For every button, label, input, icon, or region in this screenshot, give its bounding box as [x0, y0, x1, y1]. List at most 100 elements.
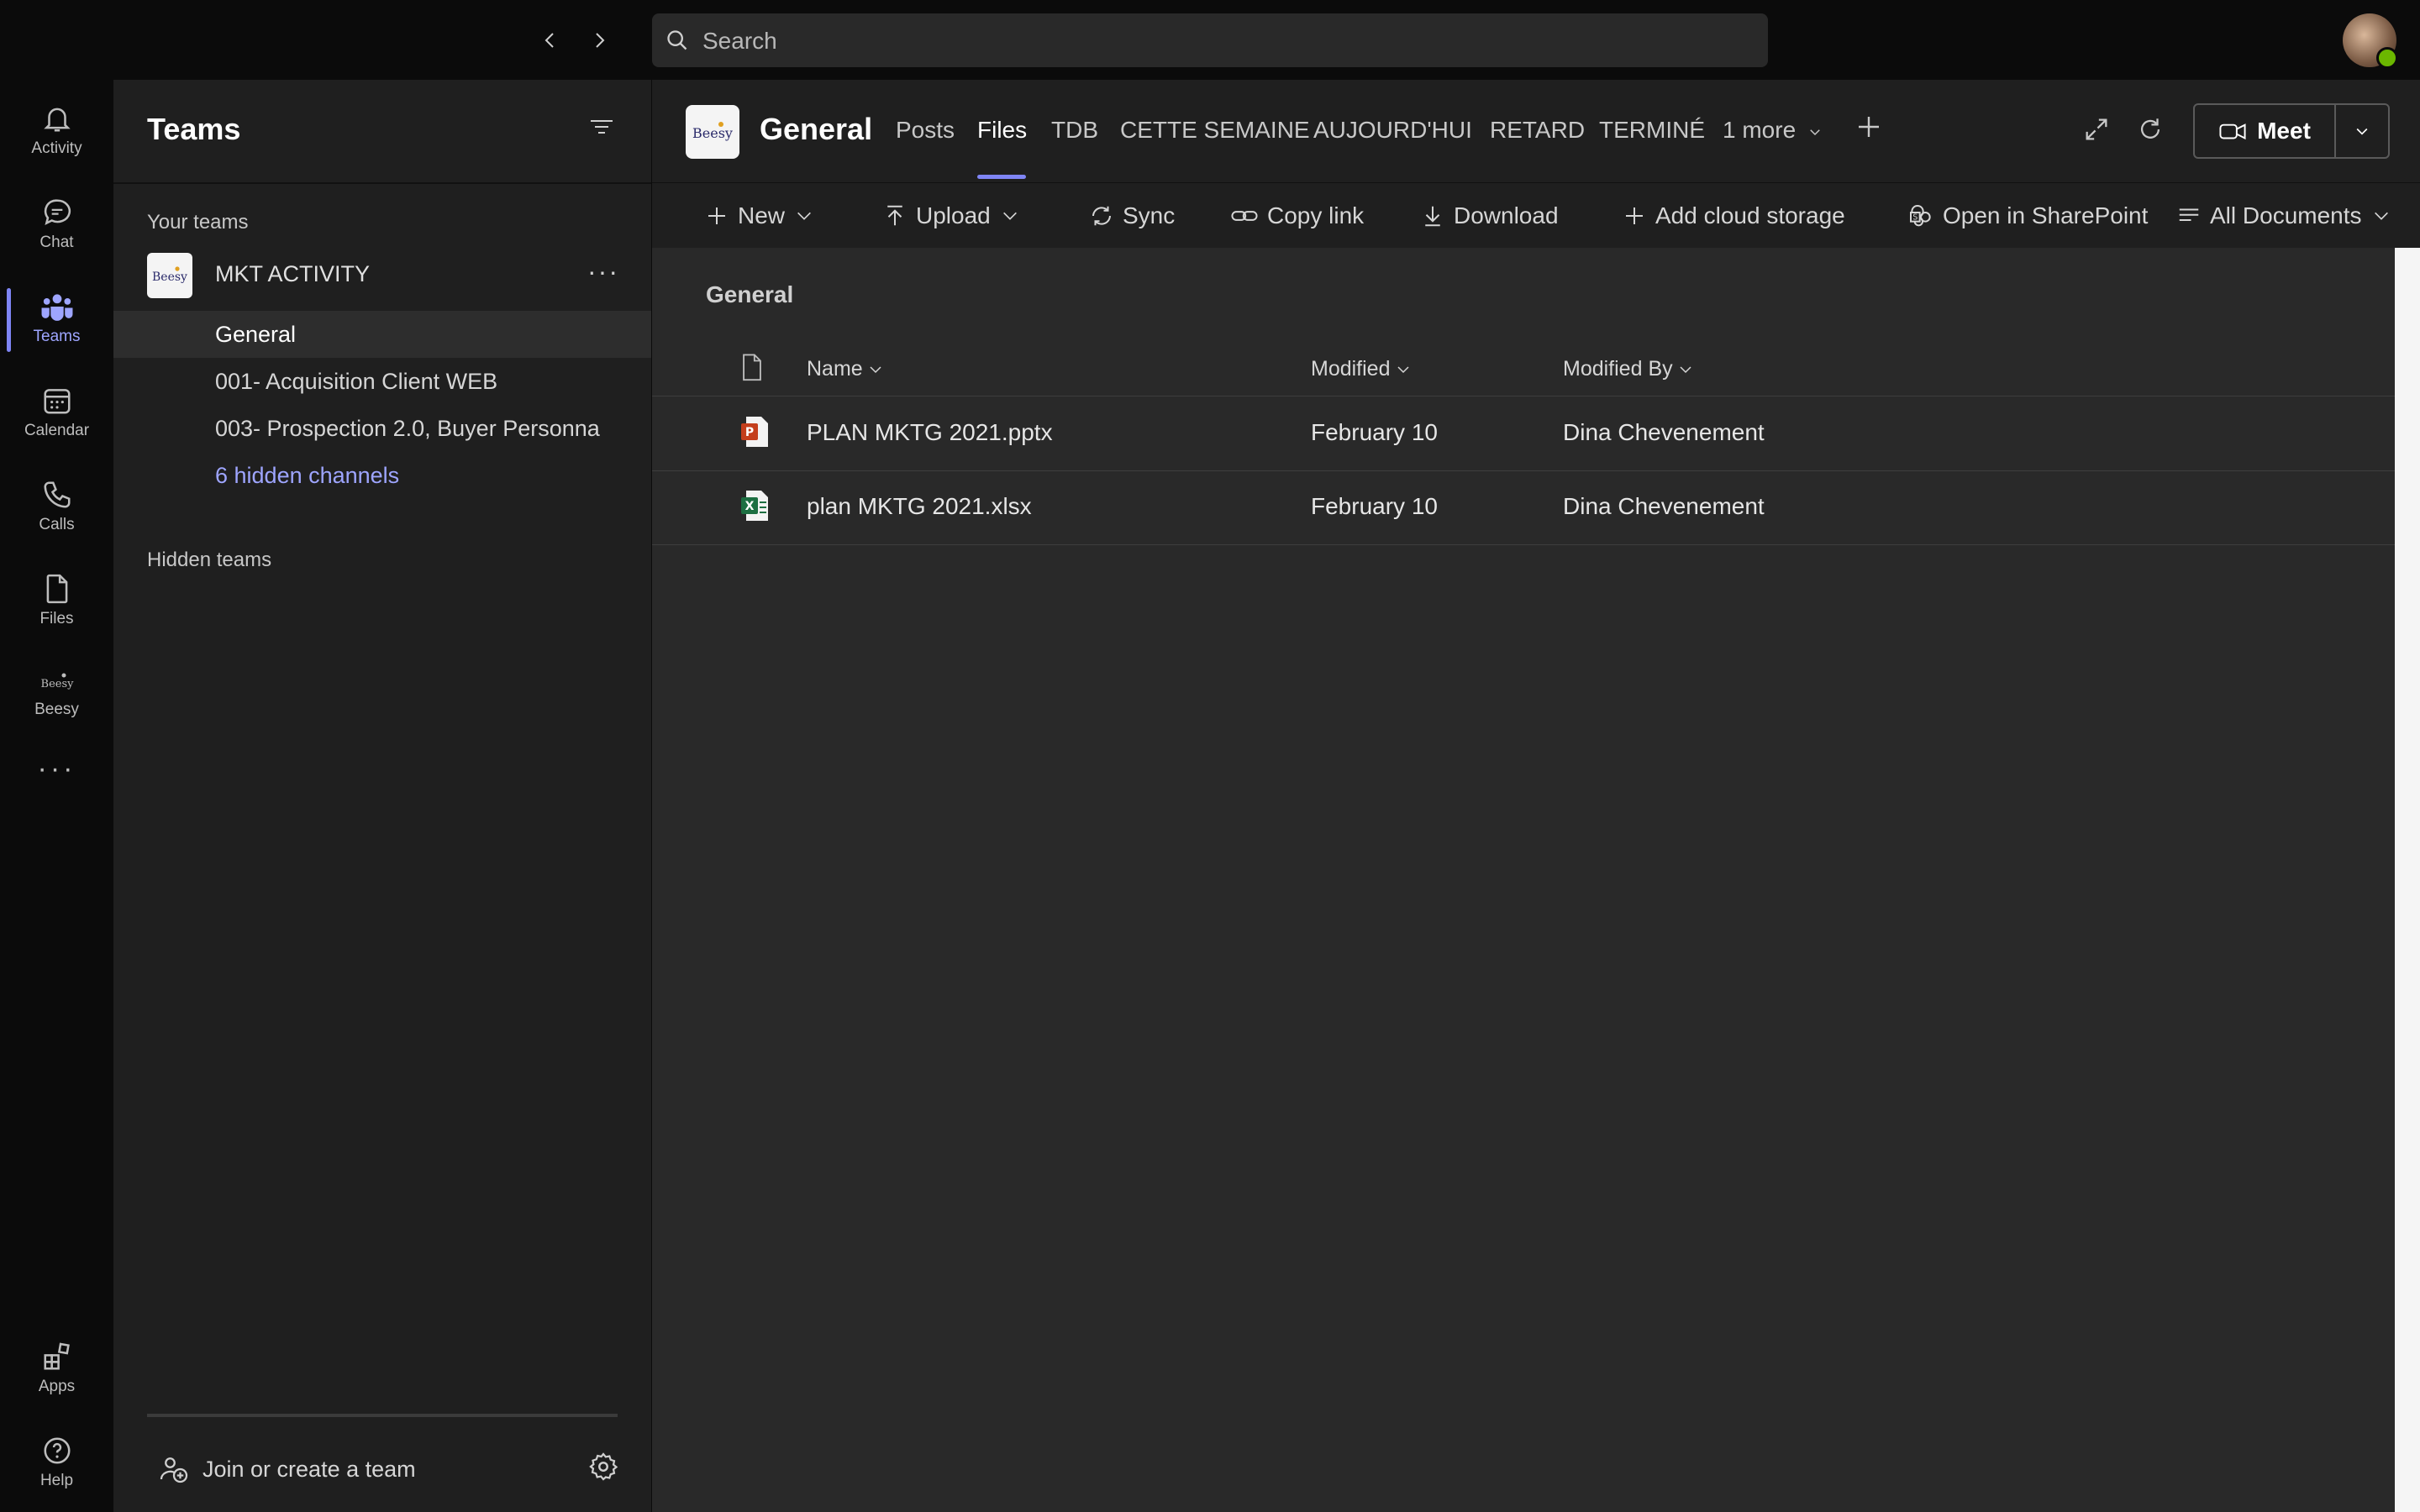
channel-label: 001- Acquisition Client WEB — [215, 369, 498, 394]
name-column-header[interactable]: Name — [807, 357, 883, 381]
meet-button[interactable]: Meet — [2195, 105, 2334, 157]
panel-footer-divider — [147, 1414, 618, 1417]
copy-link-label: Copy link — [1267, 202, 1365, 228]
gear-icon[interactable] — [587, 1451, 619, 1483]
plus-icon — [704, 203, 729, 228]
channel-label: General — [215, 322, 297, 347]
file-modified-by: Dina Chevenement — [1563, 419, 1765, 445]
open-in-sharepoint-button[interactable]: S Open in SharePoint — [1907, 183, 2148, 249]
tab-aujourdhui[interactable]: AUJOURD'HUI — [1313, 117, 1472, 144]
modified-by-column-header[interactable]: Modified By — [1563, 357, 1693, 381]
presence-available-icon — [2376, 47, 2398, 69]
upload-label: Upload — [916, 202, 991, 228]
expand-icon[interactable] — [2082, 115, 2111, 144]
teams-panel: Teams Your teams Beesy MKT ACTIVITY ··· … — [113, 80, 651, 1512]
hidden-channels-label: 6 hidden channels — [215, 463, 400, 488]
rail-item-label: Activity — [31, 139, 82, 157]
search-input[interactable] — [701, 13, 1746, 69]
sync-icon — [1089, 203, 1114, 228]
tab-more[interactable]: 1 more — [1723, 117, 1823, 144]
file-name[interactable]: plan MKTG 2021.xlsx — [807, 493, 1032, 520]
hidden-teams-heading[interactable]: Hidden teams — [147, 549, 271, 572]
help-icon — [41, 1435, 73, 1467]
download-label: Download — [1454, 202, 1559, 228]
tab-cette-semaine[interactable]: CETTE SEMAINE — [1120, 117, 1310, 144]
more-options-icon[interactable]: ··· — [587, 256, 619, 287]
plus-icon — [1622, 203, 1647, 228]
rail-item-calendar[interactable]: Calendar — [0, 370, 113, 454]
sync-button[interactable]: Sync — [1089, 183, 1175, 249]
chevron-down-icon — [1678, 362, 1693, 377]
svg-text:S: S — [1912, 213, 1918, 223]
upload-button[interactable]: Upload — [882, 183, 1028, 249]
table-row[interactable]: X plan MKTG 2021.xlsx February 10 Dina C… — [652, 470, 2395, 545]
add-tab-icon[interactable] — [1854, 112, 1884, 142]
rail-item-files[interactable]: Files — [0, 559, 113, 643]
rail-item-activity[interactable]: Activity — [0, 88, 113, 172]
rail-item-help[interactable]: Help — [0, 1420, 113, 1504]
file-name[interactable]: PLAN MKTG 2021.pptx — [807, 419, 1053, 446]
add-cloud-storage-label: Add cloud storage — [1655, 202, 1845, 228]
copy-link-button[interactable]: Copy link — [1230, 183, 1364, 249]
channel-item-prospection[interactable]: 003- Prospection 2.0, Buyer Personna — [113, 405, 651, 452]
tab-files[interactable]: Files — [977, 117, 1027, 144]
chat-icon — [41, 197, 73, 228]
view-selector-label: All Documents — [2210, 202, 2362, 228]
channel-item-acquisition[interactable]: 001- Acquisition Client WEB — [113, 358, 651, 405]
file-type-column-icon[interactable] — [739, 354, 765, 382]
rail-item-beesy[interactable]: Beesy Beesy — [0, 653, 113, 737]
rail-item-calls[interactable]: Calls — [0, 465, 113, 549]
download-button[interactable]: Download — [1420, 183, 1559, 249]
top-bar — [0, 0, 2420, 80]
more-apps-icon[interactable]: ··· — [0, 743, 113, 794]
apps-icon — [41, 1341, 73, 1373]
channel-label: 003- Prospection 2.0, Buyer Personna — [215, 416, 600, 441]
link-icon — [1230, 203, 1259, 228]
download-icon — [1420, 203, 1445, 228]
open-in-sharepoint-label: Open in SharePoint — [1943, 202, 2149, 228]
meet-label: Meet — [2257, 118, 2311, 144]
channel-item-general[interactable]: General — [113, 311, 651, 358]
filter-icon[interactable] — [589, 117, 614, 137]
avatar[interactable] — [2343, 13, 2398, 69]
tab-tdb[interactable]: TDB — [1051, 117, 1098, 144]
folder-title: General — [706, 281, 794, 307]
modified-column-header[interactable]: Modified — [1311, 357, 1411, 381]
add-cloud-storage-button[interactable]: Add cloud storage — [1622, 183, 1845, 249]
hidden-channels-link[interactable]: 6 hidden channels — [113, 452, 651, 499]
sharepoint-icon: S — [1907, 202, 1934, 229]
tab-posts[interactable]: Posts — [896, 117, 955, 144]
tab-retard[interactable]: RETARD — [1490, 117, 1585, 144]
rail-item-teams[interactable]: Teams — [0, 276, 113, 360]
rail-item-label: Files — [39, 610, 74, 627]
name-column-label: Name — [807, 357, 863, 381]
rail-item-chat[interactable]: Chat — [0, 182, 113, 266]
view-selector[interactable]: All Documents — [2176, 183, 2399, 249]
chevron-down-icon — [1396, 362, 1411, 377]
teams-icon — [40, 291, 74, 323]
svg-text:Beesy: Beesy — [40, 678, 74, 690]
chevron-down-icon — [1001, 207, 1019, 225]
meet-dropdown-button[interactable] — [2334, 105, 2388, 157]
tab-termine[interactable]: TERMINÉ — [1599, 117, 1705, 144]
team-item-mkt-activity[interactable]: Beesy MKT ACTIVITY ··· — [113, 246, 651, 300]
files-toolbar: New Upload Sync Copy link Download Add c… — [652, 182, 2420, 249]
join-team-button[interactable]: Join or create a team — [159, 1449, 416, 1489]
team-logo-text: Beesy — [152, 270, 187, 284]
team-logo: Beesy — [147, 253, 192, 298]
rail-item-apps[interactable]: Apps — [0, 1326, 113, 1410]
video-camera-icon — [2218, 118, 2247, 144]
refresh-icon[interactable] — [2136, 115, 2165, 144]
rail-item-label: Help — [39, 1472, 74, 1489]
back-arrow-icon[interactable] — [534, 24, 567, 57]
table-row[interactable]: P PLAN MKTG 2021.pptx February 10 Dina C… — [652, 396, 2395, 471]
panel-title: Teams — [147, 112, 241, 146]
new-button[interactable]: New — [704, 183, 822, 249]
rail-item-label: Calendar — [24, 422, 90, 439]
scrollbar[interactable] — [2395, 248, 2420, 1512]
tab-more-label: 1 more — [1723, 117, 1797, 143]
your-teams-heading: Your teams — [147, 211, 249, 234]
list-view-icon — [2176, 203, 2202, 228]
forward-arrow-icon[interactable] — [582, 24, 616, 57]
search-box[interactable] — [652, 13, 1768, 69]
